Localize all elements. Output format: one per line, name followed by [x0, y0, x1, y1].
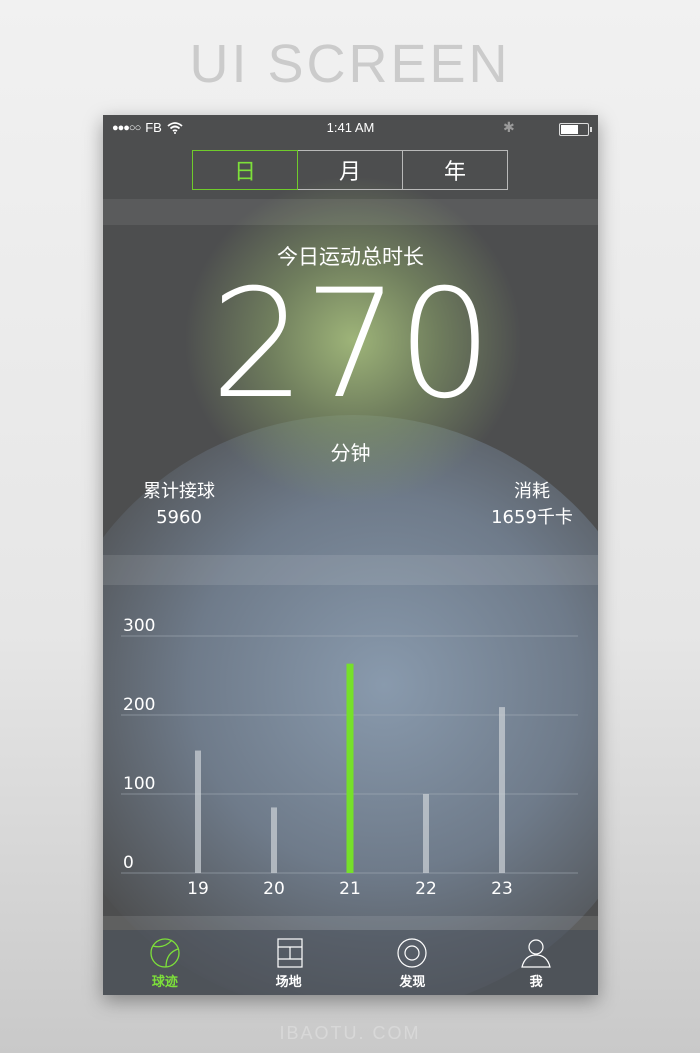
bar-20[interactable] [271, 807, 277, 873]
tab-me[interactable]: 我 [474, 930, 598, 995]
x-tick-label: 20 [263, 879, 285, 899]
footer-brand: IBAOTU. COM [279, 1023, 421, 1043]
battery-icon [559, 123, 592, 136]
total-catches-value: 5960 [156, 507, 202, 528]
calories-stat: 消耗 1659千卡 [482, 479, 582, 531]
tab-label: 场地 [275, 975, 302, 990]
tab-label: 发现 [399, 975, 426, 990]
bar-22[interactable] [423, 794, 429, 873]
user-icon [521, 939, 551, 968]
status-bar: ●●●○○ FB 1:41 AM ✱ [103, 115, 598, 143]
bar-21[interactable] [346, 663, 354, 873]
period-segmented-control: 日 月 年 [192, 150, 508, 190]
bar-19[interactable] [195, 750, 201, 873]
x-tick-label: 21 [339, 879, 361, 899]
calories-label: 消耗 [514, 481, 550, 502]
status-time: 1:41 AM [326, 120, 375, 135]
total-catches-label: 累计接球 [143, 481, 215, 502]
total-catches-stat: 累计接球 5960 [119, 479, 239, 531]
daily-duration-chart: 0 100 200 300 19 20 21 22 23 [103, 585, 598, 925]
bar-chart-svg: 0 100 200 300 19 20 21 22 23 [121, 616, 578, 899]
tab-label: 我 [529, 975, 543, 990]
divider-band [103, 199, 598, 225]
divider-band [103, 916, 598, 930]
bar-23[interactable] [499, 707, 505, 873]
segment-day[interactable]: 日 [192, 150, 298, 190]
y-tick-label: 300 [123, 616, 155, 636]
tennis-ball-icon [150, 938, 180, 968]
y-tick-label: 0 [123, 853, 134, 873]
phone-screen: ●●●○○ FB 1:41 AM ✱ 日 月 年 今日运动总时长 270 分钟 … [103, 115, 598, 995]
court-icon [277, 938, 303, 968]
bluetooth-icon: ✱ [503, 119, 515, 135]
y-tick-label: 200 [123, 695, 155, 715]
total-duration-value: 270 [210, 258, 492, 432]
y-tick-label: 100 [123, 774, 155, 794]
x-tick-label: 22 [415, 879, 437, 899]
divider-band [103, 555, 598, 585]
tab-discover[interactable]: 发现 [351, 930, 475, 995]
x-tick-label: 23 [491, 879, 513, 899]
tab-ball-track[interactable]: 球迹 [103, 930, 227, 995]
tab-label: 球迹 [151, 975, 178, 990]
tab-court[interactable]: 场地 [227, 930, 351, 995]
tab-bar: 球迹 场地 发现 我 [103, 930, 598, 995]
discover-icon [397, 938, 427, 968]
segment-year[interactable]: 年 [402, 150, 508, 190]
page-headline: UI SCREEN [189, 34, 511, 94]
calories-value: 1659千卡 [491, 507, 573, 528]
segment-month[interactable]: 月 [297, 150, 403, 190]
duration-unit: 分钟 [330, 441, 371, 465]
x-tick-label: 19 [187, 879, 209, 899]
